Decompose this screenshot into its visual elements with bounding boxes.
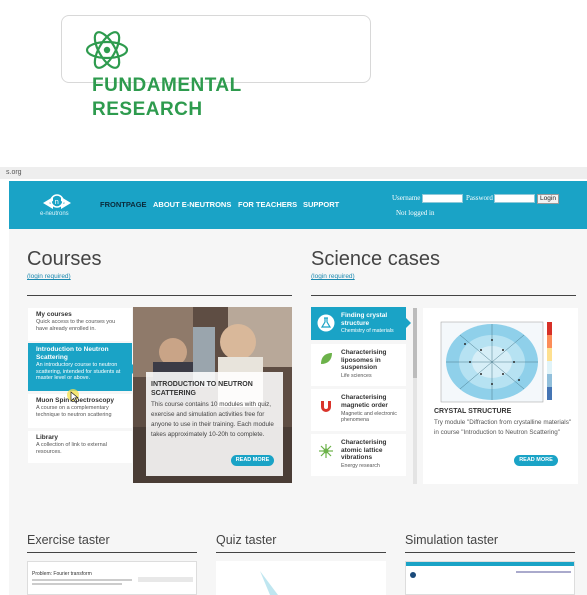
science-item-sub: Life sciences (341, 373, 372, 379)
science-rule (311, 295, 576, 296)
brand-line-2: RESEARCH (92, 99, 203, 120)
simulation-taster-preview[interactable] (405, 561, 575, 595)
login-button[interactable]: Login (537, 194, 559, 204)
login-status: Not logged in (396, 209, 435, 217)
password-input[interactable] (494, 194, 535, 203)
screen: { "brand": { "line1": "FUNDAMENTAL", "li… (0, 0, 587, 595)
url-text: s.org (6, 169, 22, 176)
atom-logo-icon (85, 31, 129, 69)
site-logo-text: e-neutrons (40, 211, 69, 217)
crystal-feature-body: Try module "Diffraction from crystalline… (434, 419, 572, 436)
course-item-intro-neutron[interactable]: Introduction to Neutron Scattering An in… (28, 343, 132, 391)
science-item-sub: Magnetic and electronic phenomena (341, 411, 397, 424)
atom-icon (319, 444, 333, 458)
preview-line (32, 583, 122, 585)
course-item-desc: A collection of link to external resourc… (36, 442, 107, 455)
nav-about[interactable]: ABOUT E-NEUTRONS (153, 200, 231, 209)
preview-line (516, 571, 571, 573)
course-item-title: Library (36, 434, 59, 441)
simulation-rule (405, 552, 575, 553)
exercise-taster-heading: Exercise taster (27, 533, 110, 547)
science-item-crystal[interactable]: Finding crystal structure Chemistry of m… (311, 307, 406, 340)
course-item-desc: An introductory course to neutron scatte… (36, 362, 121, 382)
course-item-my-courses[interactable]: My courses Quick access to the courses y… (28, 308, 132, 341)
science-item-title: Characterising liposomes in suspension (341, 349, 387, 371)
courses-heading: Courses (27, 248, 102, 270)
preview-header-bar (406, 562, 574, 566)
brand-line-1: FUNDAMENTAL (92, 75, 242, 96)
science-login-required-link[interactable]: (login required) (311, 273, 355, 280)
courses-rule (27, 295, 292, 296)
exercise-preview-title: Problem: Fourier transform (32, 571, 92, 577)
science-item-title: Characterising atomic lattice vibrations (341, 439, 387, 461)
site-header: n e-neutrons FRONTPAGE ABOUT E-NEUTRONS … (9, 181, 587, 229)
course-feature-body: This course contains 10 modules with qui… (151, 401, 274, 438)
science-item-lattice[interactable]: Characterising atomic lattice vibrations… (311, 434, 406, 476)
e-neutrons-logo-icon[interactable]: n (37, 187, 77, 223)
science-item-title: Characterising magnetic order (341, 394, 388, 409)
magnet-icon (321, 401, 331, 412)
browser-url-strip: s.org (0, 167, 587, 179)
quiz-rule (216, 552, 386, 553)
preview-line (32, 579, 132, 581)
science-heading: Science cases (311, 248, 440, 270)
preview-controls (138, 577, 193, 582)
course-item-desc: A course on a complementary technique to… (36, 405, 112, 418)
leaf-icon (321, 353, 332, 364)
science-item-title: Finding crystal structure (341, 312, 388, 327)
svg-text:n: n (55, 198, 59, 206)
course-read-more-button[interactable]: READ MORE (231, 455, 274, 466)
preview-dot (410, 572, 416, 578)
exercise-rule (27, 552, 197, 553)
password-label: Password (466, 194, 493, 202)
nav-for-teachers[interactable]: FOR TEACHERS (238, 200, 297, 209)
exercise-taster-preview[interactable]: Problem: Fourier transform (27, 561, 197, 595)
science-scroll-thumb[interactable] (413, 308, 417, 378)
mouse-cursor-icon (67, 389, 79, 403)
course-feature-title: INTRODUCTION TO NEUTRON SCATTERING (151, 381, 253, 397)
science-item-sub: Energy research (341, 463, 380, 469)
username-label: Username (392, 194, 421, 202)
flask-icon (317, 314, 335, 332)
course-item-desc: Quick access to the courses you have alr… (36, 319, 116, 332)
brand-title: FUNDAMENTAL RESEARCH (92, 74, 242, 122)
quiz-taster-preview[interactable] (216, 561, 386, 595)
science-active-arrow (405, 317, 411, 329)
simulation-taster-heading: Simulation taster (405, 533, 499, 547)
courses-login-required-link[interactable]: (login required) (27, 273, 71, 280)
quiz-preview-graphic (260, 571, 278, 595)
course-item-library[interactable]: Library A collection of link to external… (28, 431, 132, 463)
quiz-taster-heading: Quiz taster (216, 533, 277, 547)
nav-support[interactable]: SUPPORT (303, 200, 339, 209)
science-item-sub: Chemistry of materials (341, 328, 394, 334)
course-item-title: Introduction to Neutron Scattering (36, 346, 109, 361)
nav-frontpage[interactable]: FRONTPAGE (100, 200, 147, 209)
science-item-magnetic[interactable]: Characterising magnetic order Magnetic a… (311, 389, 406, 431)
course-item-title: My courses (36, 311, 72, 318)
science-read-more-button[interactable]: READ MORE (514, 455, 558, 466)
username-input[interactable] (422, 194, 463, 203)
crystal-feature-title: CRYSTAL STRUCTURE (434, 408, 512, 415)
diffraction-pattern-image (440, 321, 552, 403)
science-item-liposomes[interactable]: Characterising liposomes in suspension L… (311, 344, 406, 386)
